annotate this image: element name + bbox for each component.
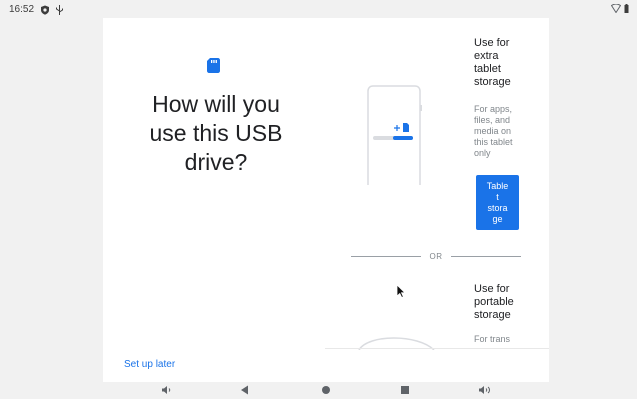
navigation-bar — [0, 382, 637, 399]
or-label: OR — [429, 252, 443, 261]
status-time: 16:52 — [9, 4, 35, 15]
setup-later-link[interactable]: Set up later — [124, 359, 175, 370]
portable-option-title: Use for portable storage — [474, 283, 514, 321]
or-divider-left — [351, 256, 421, 257]
internal-option-title: Use for extra tablet storage — [474, 37, 511, 88]
mouse-cursor-icon — [396, 284, 406, 298]
portable-option-description: For trans — [474, 334, 511, 344]
footer-divider — [325, 348, 549, 349]
wifi-icon — [611, 4, 621, 13]
internal-option-description: For apps, files, and media on this table… — [474, 104, 513, 158]
volume-up-icon[interactable] — [478, 385, 491, 395]
home-icon[interactable] — [321, 385, 331, 395]
volume-down-icon[interactable] — [161, 385, 172, 395]
status-bar: 16:52 — [0, 0, 637, 20]
portable-storage-illustration — [358, 337, 435, 350]
tablet-storage-illustration — [367, 85, 422, 185]
status-right — [611, 4, 629, 13]
sd-card-icon — [207, 58, 220, 73]
shield-icon — [41, 5, 49, 15]
or-divider-right — [451, 256, 521, 257]
usb-icon — [56, 5, 63, 15]
usb-setup-dialog: How will you use this USB drive? Set up … — [103, 18, 549, 382]
dialog-question: How will you use this USB drive? — [149, 91, 283, 175]
battery-icon — [624, 4, 629, 13]
tablet-storage-button[interactable]: Table t stora ge — [476, 175, 519, 230]
back-icon[interactable] — [240, 385, 249, 395]
recents-icon[interactable] — [400, 385, 410, 395]
